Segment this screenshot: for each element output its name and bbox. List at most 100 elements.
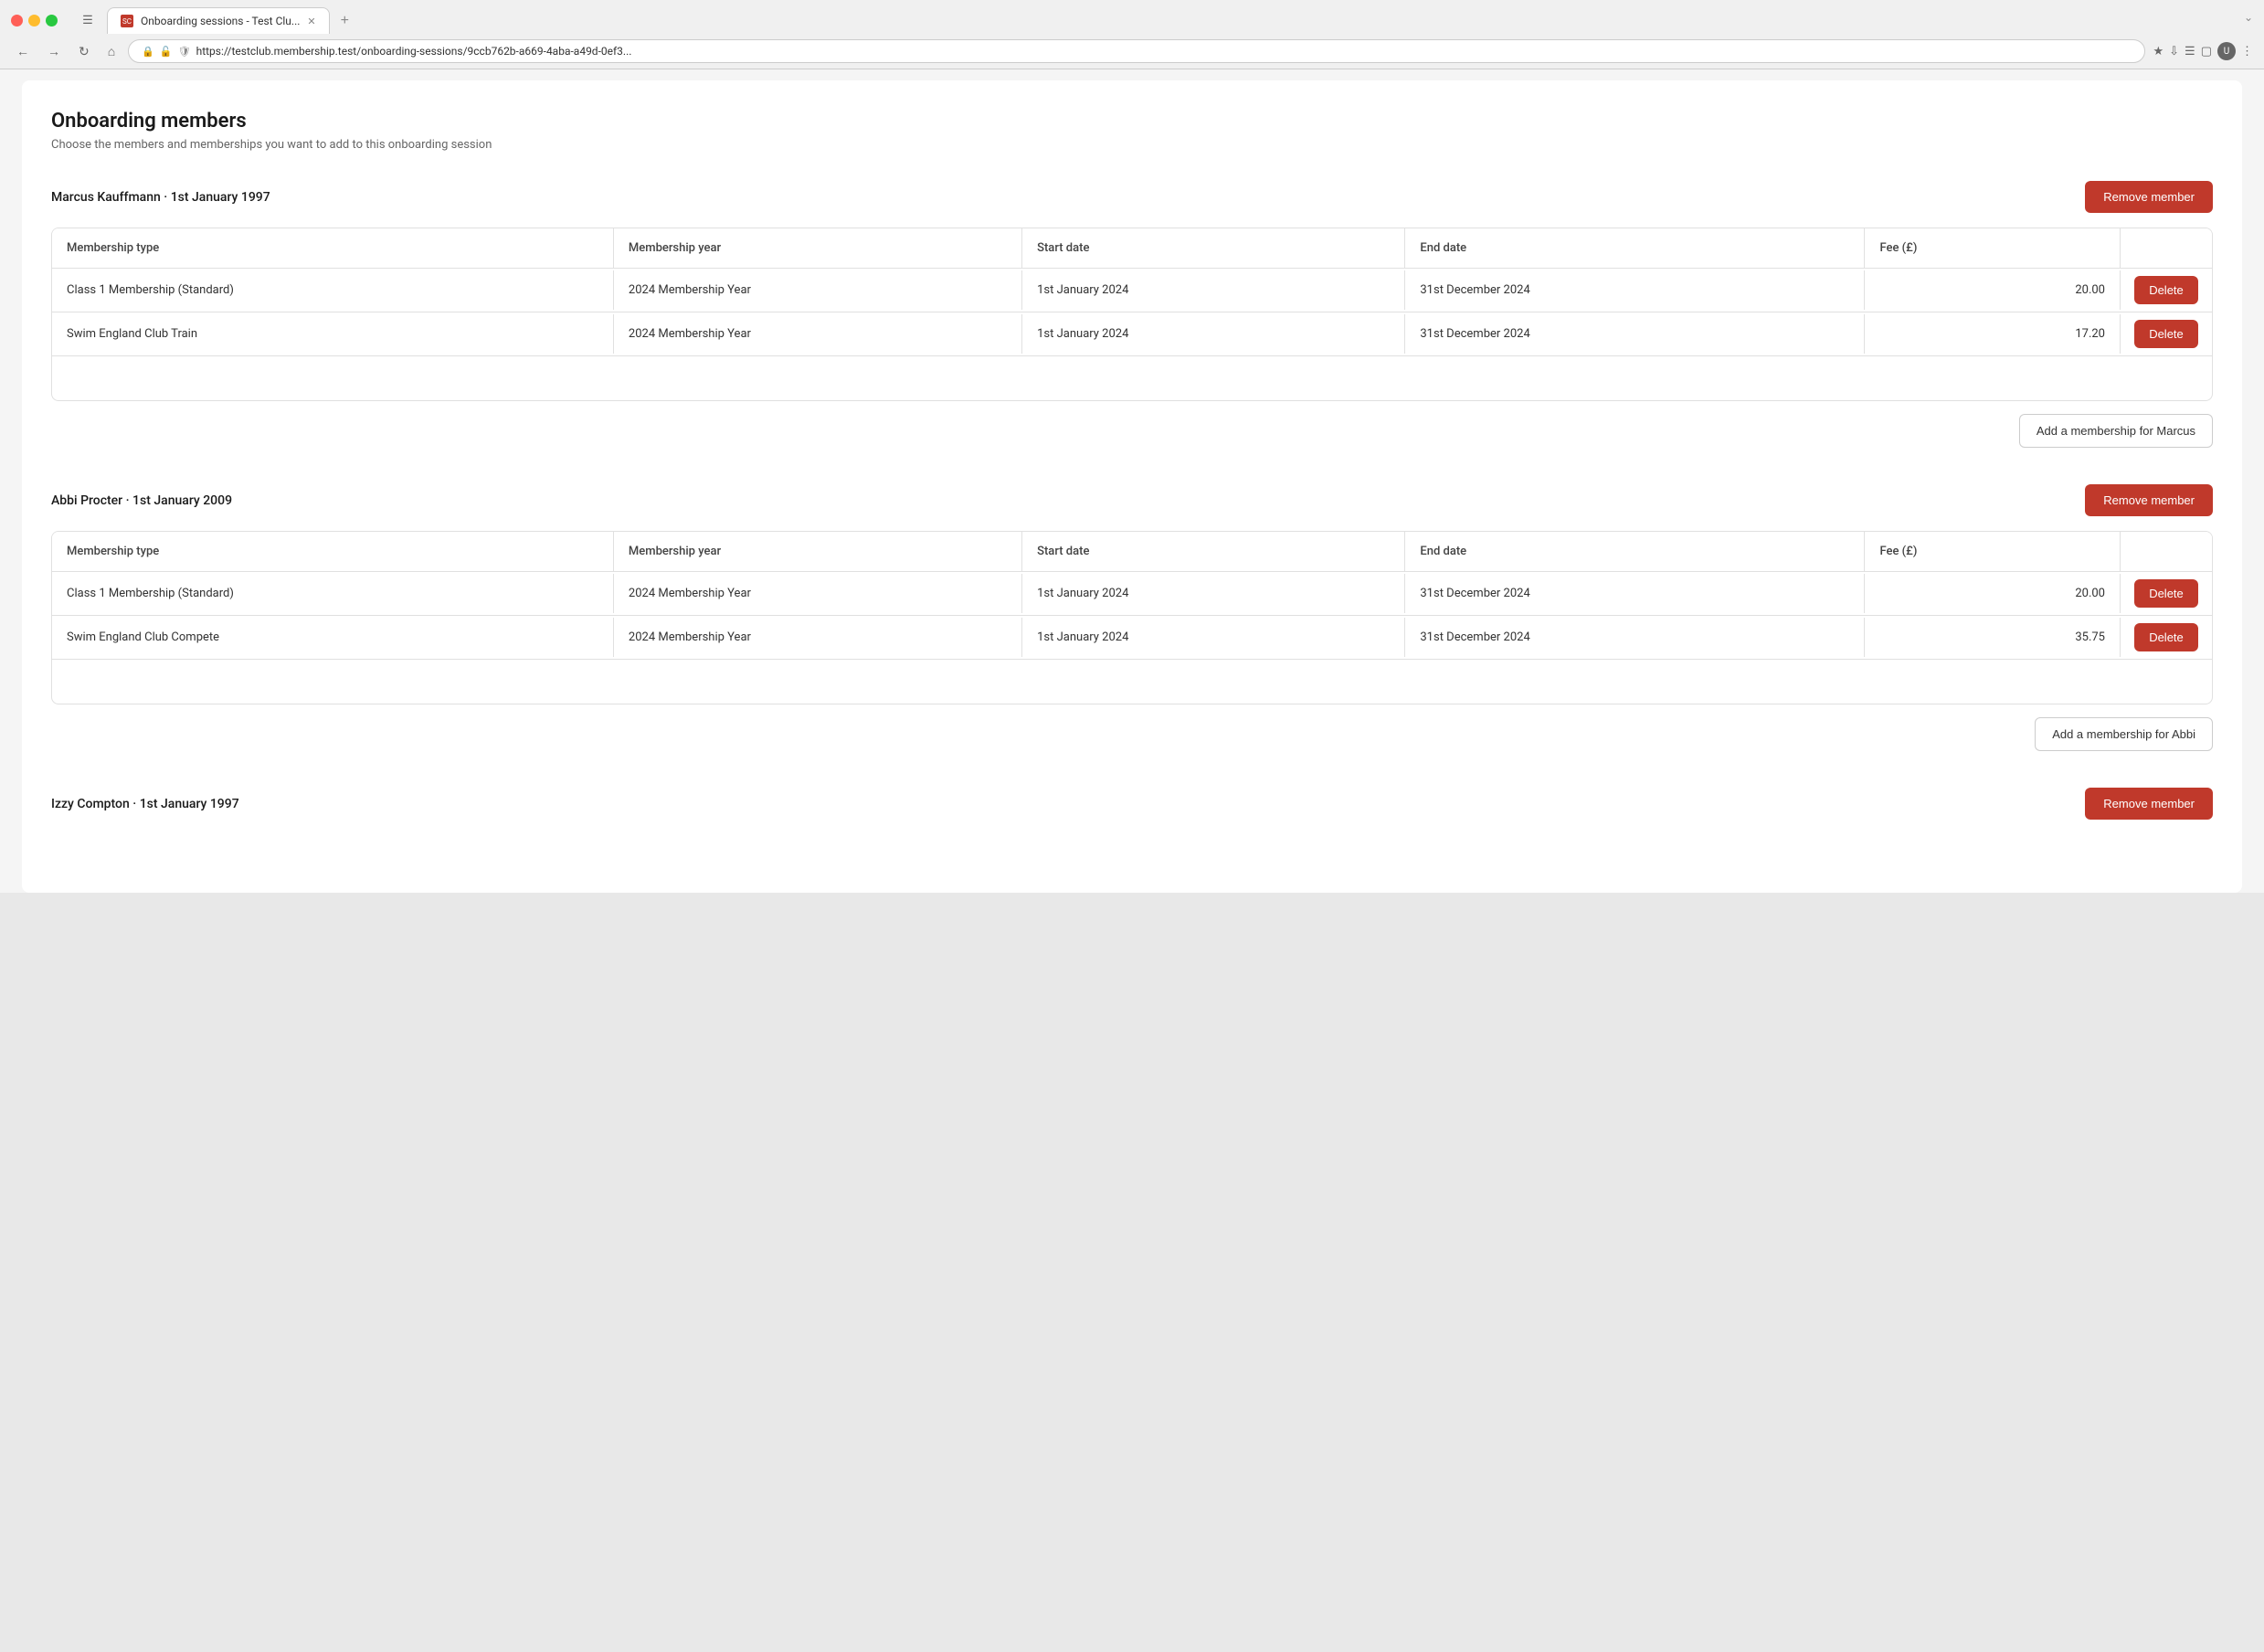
col-header-start-date: Start date <box>1022 228 1405 268</box>
member-name-abbi: Abbi Procter · 1st January 2009 <box>51 493 232 508</box>
cell-start: 1st January 2024 <box>1022 314 1405 354</box>
member-section-izzy: Izzy Compton · 1st January 1997 Remove m… <box>51 788 2213 834</box>
delete-button-marcus-0[interactable]: Delete <box>2134 276 2198 304</box>
cell-type: Class 1 Membership (Standard) <box>52 574 614 613</box>
reload-button[interactable]: ↻ <box>73 40 95 63</box>
close-window-button[interactable] <box>11 15 23 26</box>
tab-favicon-icon: SC <box>121 15 133 27</box>
col-header-actions <box>2121 532 2212 571</box>
menu-icon[interactable]: ⋮ <box>2241 45 2253 58</box>
delete-button-abbi-1[interactable]: Delete <box>2134 623 2198 651</box>
cell-start: 1st January 2024 <box>1022 574 1405 613</box>
cell-year: 2024 Membership Year <box>614 618 1022 657</box>
new-tab-button[interactable]: + <box>333 9 356 33</box>
member-section-marcus: Marcus Kauffmann · 1st January 1997 Remo… <box>51 181 2213 455</box>
cell-action: Delete <box>2121 312 2212 355</box>
add-membership-row-marcus: Add a membership for Marcus <box>51 414 2213 455</box>
col-header-start-date: Start date <box>1022 532 1405 571</box>
page-title: Onboarding members <box>51 110 2213 132</box>
add-membership-row-abbi: Add a membership for Abbi <box>51 717 2213 758</box>
forward-button[interactable]: → <box>42 40 66 62</box>
cell-end: 31st December 2024 <box>1405 574 1865 613</box>
delete-button-marcus-1[interactable]: Delete <box>2134 320 2198 348</box>
cell-fee: 20.00 <box>1865 574 2121 613</box>
member-section-abbi: Abbi Procter · 1st January 2009 Remove m… <box>51 484 2213 758</box>
cell-year: 2024 Membership Year <box>614 574 1022 613</box>
minimize-window-button[interactable] <box>28 15 40 26</box>
extensions-icon[interactable]: ▢ <box>2201 45 2212 58</box>
page-subtitle: Choose the members and memberships you w… <box>51 138 2213 152</box>
tab-bar: ☰ SC Onboarding sessions - Test Clu... ✕… <box>0 0 2264 34</box>
cell-start: 1st January 2024 <box>1022 618 1405 657</box>
col-header-end-date: End date <box>1405 532 1865 571</box>
cell-year: 2024 Membership Year <box>614 270 1022 310</box>
window-controls <box>11 15 58 26</box>
page-header: Onboarding members Choose the members an… <box>51 110 2213 152</box>
col-header-membership-year: Membership year <box>614 532 1022 571</box>
table-row: Swim England Club Train 2024 Membership … <box>52 312 2212 356</box>
library-icon[interactable]: ☰ <box>2185 45 2195 58</box>
browser-toolbar-icons: ★ ⇩ ☰ ▢ U ⋮ <box>2153 42 2253 60</box>
bookmark-icon[interactable]: ★ <box>2153 45 2163 58</box>
cell-end: 31st December 2024 <box>1405 618 1865 657</box>
add-membership-button-marcus[interactable]: Add a membership for Marcus <box>2019 414 2213 448</box>
sidebar-toggle-icon[interactable]: ☰ <box>72 14 103 27</box>
back-button[interactable]: ← <box>11 40 35 62</box>
add-membership-button-abbi[interactable]: Add a membership for Abbi <box>2035 717 2213 751</box>
active-tab[interactable]: SC Onboarding sessions - Test Clu... ✕ <box>107 7 330 34</box>
membership-table-abbi: Membership type Membership year Start da… <box>51 531 2213 704</box>
cell-action: Delete <box>2121 269 2212 312</box>
url-bar[interactable]: 🔒 🔓 🛡 https://testclub.membership.test/o… <box>128 39 2145 63</box>
cell-year: 2024 Membership Year <box>614 314 1022 354</box>
cell-end: 31st December 2024 <box>1405 314 1865 354</box>
url-text: https://testclub.membership.test/onboard… <box>196 45 2132 58</box>
tab-list-button[interactable]: ⌄ <box>2244 11 2253 31</box>
member-header-marcus: Marcus Kauffmann · 1st January 1997 Remo… <box>51 181 2213 213</box>
table-empty-row <box>52 356 2212 400</box>
delete-button-abbi-0[interactable]: Delete <box>2134 579 2198 608</box>
col-header-fee: Fee (£) <box>1865 532 2121 571</box>
membership-table-marcus: Membership type Membership year Start da… <box>51 228 2213 401</box>
cell-start: 1st January 2024 <box>1022 270 1405 310</box>
cell-action: Delete <box>2121 616 2212 659</box>
table-row: Class 1 Membership (Standard) 2024 Membe… <box>52 572 2212 616</box>
home-button[interactable]: ⌂ <box>102 40 121 62</box>
cell-fee: 35.75 <box>1865 618 2121 657</box>
cell-type: Swim England Club Compete <box>52 618 614 657</box>
member-header-izzy: Izzy Compton · 1st January 1997 Remove m… <box>51 788 2213 820</box>
address-bar: ← → ↻ ⌂ 🔒 🔓 🛡 https://testclub.membershi… <box>0 34 2264 69</box>
member-name-izzy: Izzy Compton · 1st January 1997 <box>51 797 239 811</box>
table-row: Class 1 Membership (Standard) 2024 Membe… <box>52 269 2212 312</box>
remove-member-button-izzy[interactable]: Remove member <box>2085 788 2213 820</box>
member-header-abbi: Abbi Procter · 1st January 2009 Remove m… <box>51 484 2213 516</box>
member-name-marcus: Marcus Kauffmann · 1st January 1997 <box>51 190 270 205</box>
cell-fee: 20.00 <box>1865 270 2121 310</box>
table-header-marcus: Membership type Membership year Start da… <box>52 228 2212 269</box>
cell-type: Class 1 Membership (Standard) <box>52 270 614 310</box>
col-header-membership-type: Membership type <box>52 532 614 571</box>
profile-icon[interactable]: U <box>2217 42 2236 60</box>
cell-fee: 17.20 <box>1865 314 2121 354</box>
tab-label: Onboarding sessions - Test Clu... <box>141 15 300 27</box>
page-content: Onboarding members Choose the members an… <box>22 80 2242 893</box>
table-empty-row <box>52 660 2212 704</box>
remove-member-button-abbi[interactable]: Remove member <box>2085 484 2213 516</box>
table-row: Swim England Club Compete 2024 Membershi… <box>52 616 2212 660</box>
download-icon[interactable]: ⇩ <box>2169 45 2179 58</box>
maximize-window-button[interactable] <box>46 15 58 26</box>
col-header-end-date: End date <box>1405 228 1865 268</box>
browser-chrome: ☰ SC Onboarding sessions - Test Clu... ✕… <box>0 0 2264 69</box>
shield-icon: 🛡 <box>178 46 191 58</box>
tab-close-button[interactable]: ✕ <box>307 16 315 27</box>
cell-end: 31st December 2024 <box>1405 270 1865 310</box>
cell-action: Delete <box>2121 572 2212 615</box>
cell-type: Swim England Club Train <box>52 314 614 354</box>
col-header-membership-year: Membership year <box>614 228 1022 268</box>
col-header-membership-type: Membership type <box>52 228 614 268</box>
table-header-abbi: Membership type Membership year Start da… <box>52 532 2212 572</box>
col-header-fee: Fee (£) <box>1865 228 2121 268</box>
lock-icon: 🔓 <box>160 46 173 58</box>
col-header-actions <box>2121 228 2212 268</box>
security-icon: 🔒 <box>142 46 154 58</box>
remove-member-button-marcus[interactable]: Remove member <box>2085 181 2213 213</box>
